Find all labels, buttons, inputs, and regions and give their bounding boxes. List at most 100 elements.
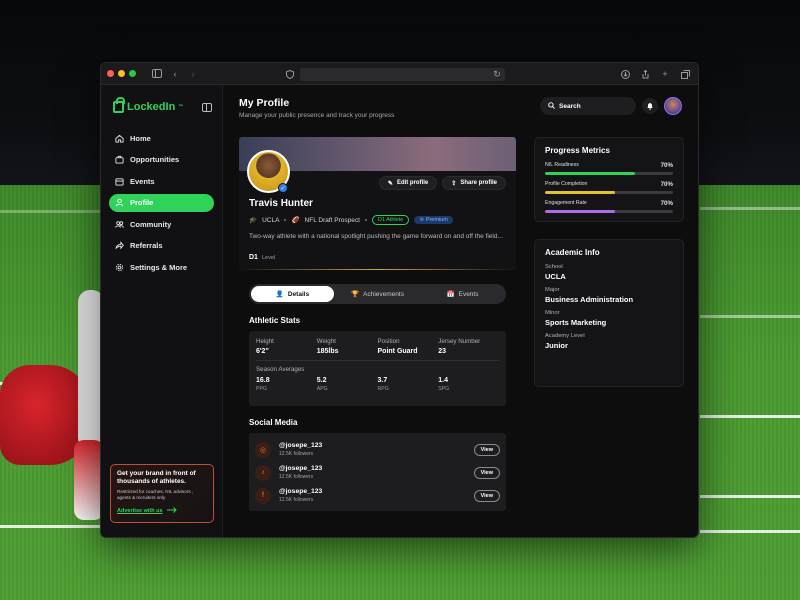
back-icon[interactable]: ‹ [168,67,182,81]
sidebar-toggle-icon[interactable] [150,67,164,81]
progress-metrics-title: Progress Metrics [545,146,610,155]
new-tab-icon[interactable]: + [658,67,672,81]
reload-icon[interactable]: ↻ [490,67,504,81]
collapse-sidebar-icon[interactable] [202,102,212,112]
maximize-window-button[interactable] [129,70,136,77]
sidebar: LockedIn ™ Home Opportunities Events Prof… [101,85,223,537]
metric-value: 70% [660,162,673,169]
tab-events[interactable]: 📅 Events [421,286,504,302]
season-stat: 3.7 RPG [378,377,439,392]
share-icon[interactable] [638,67,652,81]
social-handle: @josepe_123 [279,442,323,449]
shield-icon[interactable] [283,67,297,81]
profile-name: Travis Hunter [249,198,313,209]
notifications-button[interactable] [642,98,658,114]
stat-value: 6'2" [256,348,269,355]
tabs-overview-icon[interactable] [678,67,692,81]
sidebar-item-settings[interactable]: Settings & More [109,259,214,277]
view-button[interactable]: View [473,466,500,479]
profile-school: UCLA [262,216,280,224]
progress-metrics-panel: Progress Metrics NIL Readiness 70% Profi… [534,137,684,222]
verified-icon: ✓ [278,183,288,193]
sidebar-header: LockedIn ™ [113,97,212,113]
view-button[interactable]: View [473,489,500,502]
stat-unit: RPG [377,386,389,392]
progress-bar [545,191,673,194]
metric-engagement-rate: Engagement Rate 70% [545,200,673,213]
advertise-link[interactable]: Advertise with us [117,507,207,515]
sidebar-item-opportunities[interactable]: Opportunities [109,151,214,169]
academic-level: Academy Level Junior [545,333,673,350]
tab-achievements[interactable]: 🏆 Achievements [336,286,419,302]
share-arrow-icon [115,241,124,250]
progress-bar-fill [545,172,635,175]
basic-stats: Height 6'2" Weight 185lbs Position Point… [256,338,499,355]
social-followers: 12.5K followers [279,474,314,480]
field-value: Business Administration [545,295,634,304]
stat-unit: APG [316,386,328,392]
yard-line [700,315,800,318]
profile-bio: Two-way athlete with a national spotligh… [249,233,503,240]
tab-label: Achievements [363,290,404,298]
address-bar[interactable] [300,68,505,81]
download-icon[interactable] [618,67,632,81]
level-label: Level [261,255,276,261]
instagram-icon: ◎ [255,441,271,458]
forward-icon[interactable]: › [186,67,200,81]
season-averages-label: Season Averages [256,366,305,373]
sidebar-item-referrals[interactable]: Referrals [109,237,214,255]
bell-icon [646,97,654,115]
stat-height: Height 6'2" [256,338,317,355]
stat-value: 5.2 [316,377,327,384]
close-window-button[interactable] [107,70,114,77]
brand-logo[interactable]: LockedIn ™ [113,97,183,113]
academic-major: Major Business Administration [545,287,673,304]
social-media-card: ◎ @josepe_123 12.5K followers View ♪ @jo… [249,433,506,511]
stat-value: Point Guard [377,348,418,355]
search-input[interactable]: Search [540,97,636,115]
arrow-right-icon [166,507,177,515]
user-icon: 👤 [275,291,284,298]
metric-value: 70% [660,200,673,207]
home-icon [115,134,124,143]
social-info: @josepe_123 12.5K followers [279,442,322,457]
people-icon [115,220,124,229]
trophy-icon: 🏆 [351,291,360,298]
sidebar-item-community[interactable]: Community [109,215,214,233]
profile-tabs: 👤 Details 🏆 Achievements 📅 Events [249,284,506,304]
browser-titlebar: ‹ › ↻ + [101,63,698,85]
season-stats: 16.8 PPG 5.2 APG 3.7 RPG 1.4 SPG [256,377,499,392]
calendar-icon: 📅 [446,291,455,298]
metric-label: Profile Completion [545,181,588,187]
graduation-cap-icon: 🎓 [249,217,258,224]
sidebar-item-events[interactable]: Events [109,172,214,190]
yard-line [700,207,800,210]
stat-label: Jersey Number [438,338,481,345]
minimize-window-button[interactable] [118,70,125,77]
share-profile-button[interactable]: ⇪ Share profile [442,176,506,190]
season-stat: 1.4 SPG [438,377,499,392]
season-stat: 16.8 PPG [256,377,317,392]
yard-line [700,415,800,418]
sidebar-item-home[interactable]: Home [109,129,214,147]
field-value: Sports Marketing [545,318,607,327]
right-column: Progress Metrics NIL Readiness 70% Profi… [534,137,684,387]
edit-profile-button[interactable]: ✎ Edit profile [378,176,438,190]
stat-value: 1.4 [438,377,448,384]
sidebar-item-profile[interactable]: Profile [109,193,214,212]
tab-label: Details [287,290,310,298]
profile-level: D1 Level [249,254,275,261]
gear-icon [115,263,124,272]
sidebar-item-label: Home [130,133,151,143]
yard-line [0,525,100,528]
advertise-promo-card: Get your brand in front of thousands of … [110,464,214,523]
profile-meta: 🎓 UCLA 🏈 NFL Draft Prospect D1 Athlete ♔… [249,215,453,225]
field-label: Major [545,287,560,293]
stats-divider [256,360,499,361]
sidebar-item-label: Referrals [130,241,163,251]
field-label: School [545,264,563,270]
view-button[interactable]: View [473,443,500,456]
tab-details[interactable]: 👤 Details [251,286,334,302]
user-avatar[interactable] [664,97,682,115]
athletic-stats-title: Athletic Stats [249,316,301,325]
